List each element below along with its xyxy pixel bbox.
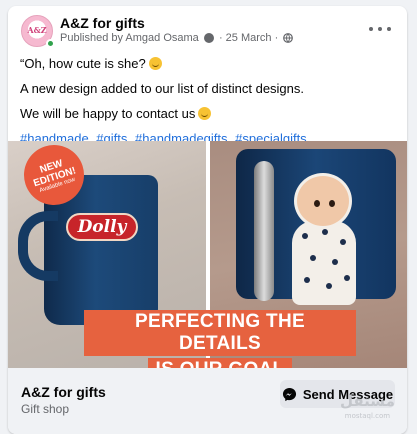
post-line-3: We will be happy to contact us [20, 105, 400, 122]
site-watermark: مستقل mostaql.com [340, 394, 395, 424]
online-status-dot [46, 39, 55, 48]
smiling-face-icon-2 [198, 107, 212, 120]
globe-icon [283, 33, 294, 43]
post-header: A&Z A&Z for gifts Published by Amgad Osa… [8, 6, 407, 52]
banner-line-2: IS OUR GOAL [147, 358, 293, 368]
post-line-2: A new design added to our list of distin… [20, 80, 400, 97]
footer-category: Gift shop [21, 402, 70, 416]
post-media[interactable]: Dolly NEW EDITION! Available now PERFECT… [8, 141, 407, 368]
page-avatar[interactable]: A&Z [21, 15, 55, 49]
meta-separator-2: · [274, 32, 279, 45]
watermark-text: مستقل [340, 392, 395, 410]
spoon [254, 161, 274, 301]
post-line-1: “Oh, how cute is she? [20, 55, 400, 72]
post-line-2-text: A new design added to our list of distin… [20, 81, 305, 96]
more-options-icon[interactable] [369, 20, 391, 38]
smiling-face-icon [148, 57, 162, 70]
info-icon [203, 33, 214, 44]
doll-figure [292, 221, 356, 305]
watermark-sub: mostaql.com [344, 412, 391, 420]
promo-banner: PERFECTING THE DETAILS IS OUR GOAL [84, 310, 356, 368]
mug-handle [18, 211, 58, 281]
doll-head [294, 173, 352, 229]
post-card: A&Z A&Z for gifts Published by Amgad Osa… [8, 6, 407, 434]
post-line-1-text: “Oh, how cute is she? [20, 56, 146, 71]
post-text: “Oh, how cute is she? A new design added… [20, 55, 400, 155]
banner-line-1: PERFECTING THE DETAILS [84, 310, 356, 356]
post-meta: Published by Amgad Osama · 25 March · [60, 32, 294, 45]
messenger-icon [282, 387, 296, 401]
doll-eye-right [329, 200, 335, 207]
meta-separator: · [218, 32, 223, 45]
mug-name-plate: Dolly [66, 213, 138, 241]
avatar-logo-text: A&Z [27, 25, 47, 35]
footer-page-name[interactable]: A&Z for gifts [21, 384, 106, 400]
post-line-3-text: We will be happy to contact us [20, 106, 196, 121]
doll-eye-left [314, 200, 320, 207]
post-date[interactable]: 25 March [226, 32, 272, 44]
published-by-text[interactable]: Published by Amgad Osama [60, 32, 199, 44]
page-name-link[interactable]: A&Z for gifts [60, 15, 145, 31]
